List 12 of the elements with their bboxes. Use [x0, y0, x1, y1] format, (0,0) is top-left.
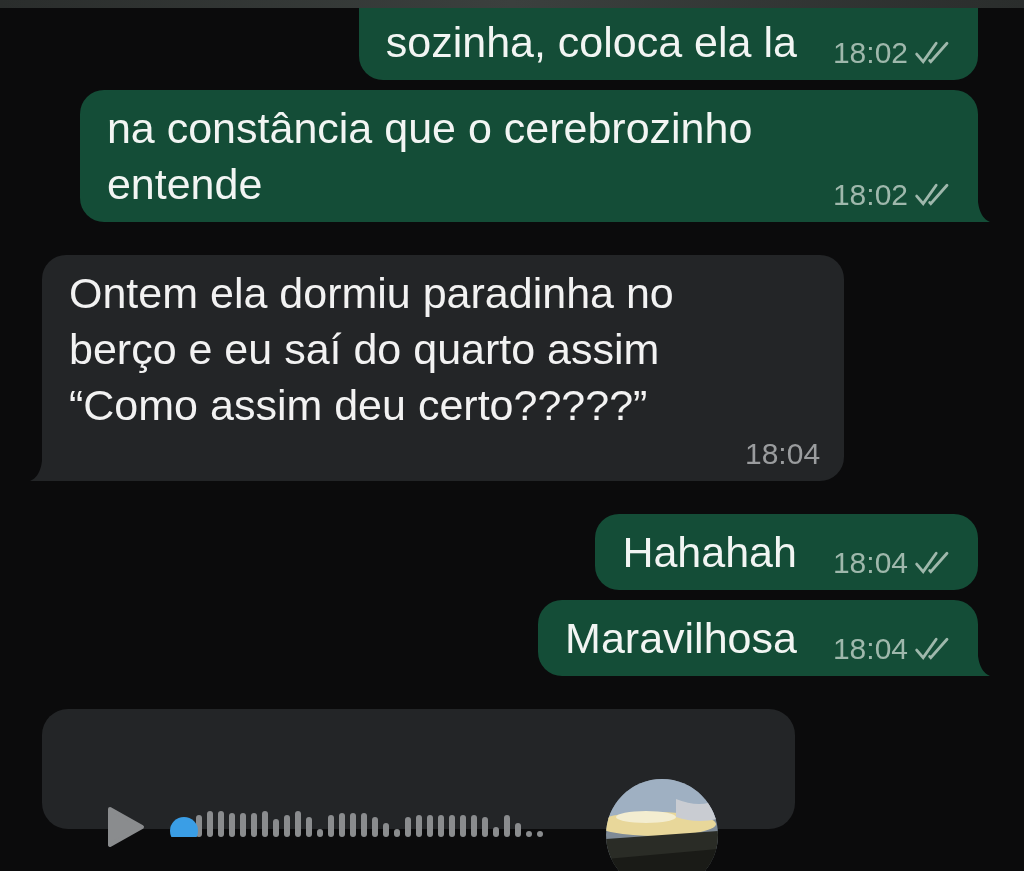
play-icon[interactable]	[106, 805, 146, 849]
message-text: Ontem ela dormiu paradinha no berço e eu saí do quarto assim “Como assim deu certo?????”	[69, 268, 675, 431]
message-text: na constância que o cerebrozinho entende	[106, 103, 754, 210]
message-time: 18:04	[745, 437, 821, 471]
message-text: Hahahah	[622, 527, 797, 578]
playback-thumb[interactable]	[170, 817, 198, 837]
message-time: 18:02	[832, 178, 908, 212]
message-time: 18:02	[832, 36, 908, 70]
message-time: 18:04	[832, 546, 908, 580]
message-text: Maravilhosa	[565, 613, 797, 664]
message-time: 18:04	[832, 632, 908, 666]
message-text: sozinha, coloca ela la	[385, 17, 797, 68]
